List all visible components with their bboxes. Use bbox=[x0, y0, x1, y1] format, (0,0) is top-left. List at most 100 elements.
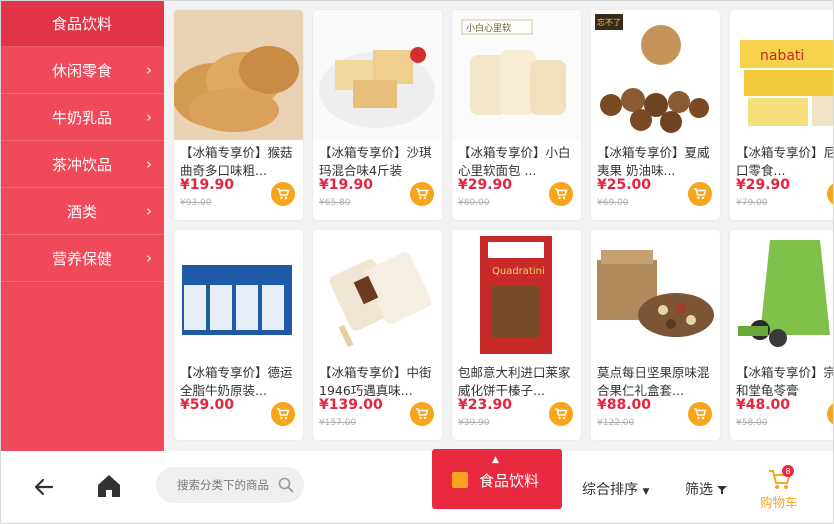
product-card[interactable]: 【冰箱专享价】中街1946巧遇真味... ¥139.00 ¥157.00 bbox=[313, 230, 442, 440]
product-card[interactable]: 忘不了 【冰箱专享价】夏威夷果 奶油味... ¥25.00 ¥69.00 bbox=[591, 10, 720, 220]
product-original-price: ¥122.00 bbox=[597, 418, 635, 428]
filter-button[interactable]: 筛选 bbox=[685, 479, 728, 499]
product-original-price: ¥80.00 bbox=[458, 198, 490, 208]
cart-icon bbox=[694, 408, 707, 420]
product-card[interactable]: nabati 【冰箱专享价】尼进口零食... ¥29.90 ¥79.00 bbox=[730, 10, 834, 220]
product-title: 包邮意大利进口莱家威化饼干榛子... bbox=[458, 365, 571, 398]
chevron-right-icon: › bbox=[146, 108, 152, 126]
product-price: ¥59.00 bbox=[180, 397, 235, 413]
category-selector-button[interactable]: ▲ 食品饮料 bbox=[432, 449, 562, 509]
search-input[interactable]: 搜索分类下的商品 bbox=[156, 467, 304, 503]
shopping-cart-button[interactable]: 8 购物车 bbox=[760, 465, 820, 511]
sidebar-item-label: 酒类 bbox=[66, 202, 97, 221]
add-to-cart-button[interactable] bbox=[271, 182, 295, 206]
product-title: 【冰箱专享价】猴菇曲奇多口味粗... bbox=[180, 145, 293, 178]
product-card[interactable]: 【冰箱专享价】猴菇曲奇多口味粗... ¥19.90 ¥93.00 bbox=[174, 10, 303, 220]
sidebar-item-alcohol[interactable]: 酒类 › bbox=[0, 188, 164, 235]
product-original-price: ¥93.00 bbox=[180, 198, 212, 208]
product-card[interactable]: 【冰箱专享价】沙琪玛混合味4斤装 ¥19.90 ¥65.80 bbox=[313, 10, 442, 220]
product-title: 【冰箱专享价】夏威夷果 奶油味... bbox=[597, 145, 710, 178]
home-icon bbox=[98, 475, 120, 497]
svg-text:nabati: nabati bbox=[760, 48, 804, 64]
chevron-right-icon: › bbox=[146, 61, 152, 79]
svg-text:Quadratini: Quadratini bbox=[492, 266, 545, 277]
category-label: 食品饮料 bbox=[479, 472, 540, 490]
svg-text:忘不了: 忘不了 bbox=[597, 17, 621, 27]
cart-icon bbox=[416, 408, 429, 420]
add-to-cart-button[interactable] bbox=[410, 182, 434, 206]
product-image-cookies bbox=[174, 10, 303, 140]
sort-label: 综合排序 bbox=[582, 482, 638, 498]
svg-text:小白心里软: 小白心里软 bbox=[466, 22, 511, 34]
category-sidebar: 食品饮料 休闲零食 › 牛奶乳品 › 茶冲饮品 › 酒类 › 营养保健 › bbox=[0, 0, 164, 451]
product-original-price: ¥58.00 bbox=[736, 418, 768, 428]
add-to-cart-button[interactable] bbox=[827, 182, 834, 206]
sidebar-item-label: 营养保健 bbox=[51, 249, 112, 268]
sidebar-item-label: 食品饮料 bbox=[51, 14, 112, 33]
cart-icon bbox=[694, 188, 707, 200]
add-to-cart-button[interactable] bbox=[549, 182, 573, 206]
product-price: ¥19.90 bbox=[180, 177, 235, 193]
product-price: ¥88.00 bbox=[597, 397, 652, 413]
add-to-cart-button[interactable] bbox=[271, 402, 295, 426]
sidebar-item-snacks[interactable]: 休闲零食 › bbox=[0, 47, 164, 94]
product-title: 【冰箱专享价】沙琪玛混合味4斤装 bbox=[319, 145, 432, 178]
product-title: 【冰箱专享价】宗生和堂龟苓膏 bbox=[736, 365, 834, 398]
product-card[interactable]: 莫点每日坚果原味混合果仁礼盒套... ¥88.00 ¥122.00 bbox=[591, 230, 720, 440]
product-image-macadamia: 忘不了 bbox=[591, 10, 720, 140]
product-card[interactable]: 【冰箱专享价】宗生和堂龟苓膏 ¥48.00 ¥58.00 bbox=[730, 230, 834, 440]
add-to-cart-button[interactable] bbox=[549, 402, 573, 426]
add-to-cart-button[interactable] bbox=[410, 402, 434, 426]
back-arrow-icon bbox=[34, 478, 54, 496]
product-image-nuts-box bbox=[591, 230, 720, 360]
product-title: 【冰箱专享价】德运全脂牛奶原装... bbox=[180, 365, 293, 398]
product-title: 【冰箱专享价】小白心里软面包 ... bbox=[458, 145, 571, 178]
product-price: ¥25.00 bbox=[597, 177, 652, 193]
product-price: ¥139.00 bbox=[319, 397, 383, 413]
product-image-milk bbox=[174, 230, 303, 360]
back-button[interactable] bbox=[30, 473, 58, 501]
chevron-right-icon: › bbox=[146, 202, 152, 220]
product-original-price: ¥157.00 bbox=[319, 418, 357, 428]
product-price: ¥48.00 bbox=[736, 397, 791, 413]
cart-icon bbox=[555, 408, 568, 420]
cart-label: 购物车 bbox=[760, 495, 798, 510]
sidebar-item-tea-drinks[interactable]: 茶冲饮品 › bbox=[0, 141, 164, 188]
product-card[interactable]: 【冰箱专享价】德运全脂牛奶原装... ¥59.00 bbox=[174, 230, 303, 440]
sort-dropdown[interactable]: 综合排序 ▼ bbox=[582, 479, 649, 499]
chevron-right-icon: › bbox=[146, 249, 152, 267]
product-image-ice-cream bbox=[313, 230, 442, 360]
filter-icon bbox=[717, 486, 728, 494]
sidebar-item-health[interactable]: 营养保健 › bbox=[0, 235, 164, 282]
app-window: 食品饮料 休闲零食 › 牛奶乳品 › 茶冲饮品 › 酒类 › 营养保健 › 【冰… bbox=[0, 0, 834, 524]
bottom-toolbar: 搜索分类下的商品 ▲ 食品饮料 综合排序 ▼ 筛选 8 购物车 bbox=[0, 449, 834, 524]
product-card[interactable]: Quadratini 包邮意大利进口莱家威化饼干榛子... ¥23.90 ¥39… bbox=[452, 230, 581, 440]
product-original-price: ¥65.80 bbox=[319, 198, 351, 208]
product-card[interactable]: 小白心里软 【冰箱专享价】小白心里软面包 ... ¥29.90 ¥80.00 bbox=[452, 10, 581, 220]
product-grid: 【冰箱专享价】猴菇曲奇多口味粗... ¥19.90 ¥93.00 【冰箱专享价】… bbox=[164, 0, 834, 451]
sidebar-item-label: 牛奶乳品 bbox=[51, 108, 112, 127]
product-image-shaqima bbox=[313, 10, 442, 140]
product-original-price: ¥69.00 bbox=[597, 198, 629, 208]
sidebar-item-food-drinks[interactable]: 食品饮料 bbox=[0, 0, 164, 47]
product-price: ¥29.90 bbox=[458, 177, 513, 193]
cart-count-badge: 8 bbox=[782, 465, 794, 477]
search-placeholder: 搜索分类下的商品 bbox=[177, 478, 269, 492]
sidebar-item-label: 休闲零食 bbox=[51, 61, 112, 80]
product-original-price: ¥79.00 bbox=[736, 198, 768, 208]
product-price: ¥29.90 bbox=[736, 177, 791, 193]
caret-down-icon: ▼ bbox=[642, 487, 650, 497]
cart-icon bbox=[277, 188, 290, 200]
home-button[interactable] bbox=[94, 471, 124, 501]
add-to-cart-button[interactable] bbox=[688, 182, 712, 206]
cart-icon bbox=[277, 408, 290, 420]
product-title: 【冰箱专享价】尼进口零食... bbox=[736, 145, 834, 178]
product-image-loacker: Quadratini bbox=[452, 230, 581, 360]
sidebar-item-dairy[interactable]: 牛奶乳品 › bbox=[0, 94, 164, 141]
add-to-cart-button[interactable] bbox=[688, 402, 712, 426]
add-to-cart-button[interactable] bbox=[827, 402, 834, 426]
product-price: ¥23.90 bbox=[458, 397, 513, 413]
product-original-price: ¥39.90 bbox=[458, 418, 490, 428]
product-image-jelly bbox=[730, 230, 834, 360]
cart-icon bbox=[555, 188, 568, 200]
